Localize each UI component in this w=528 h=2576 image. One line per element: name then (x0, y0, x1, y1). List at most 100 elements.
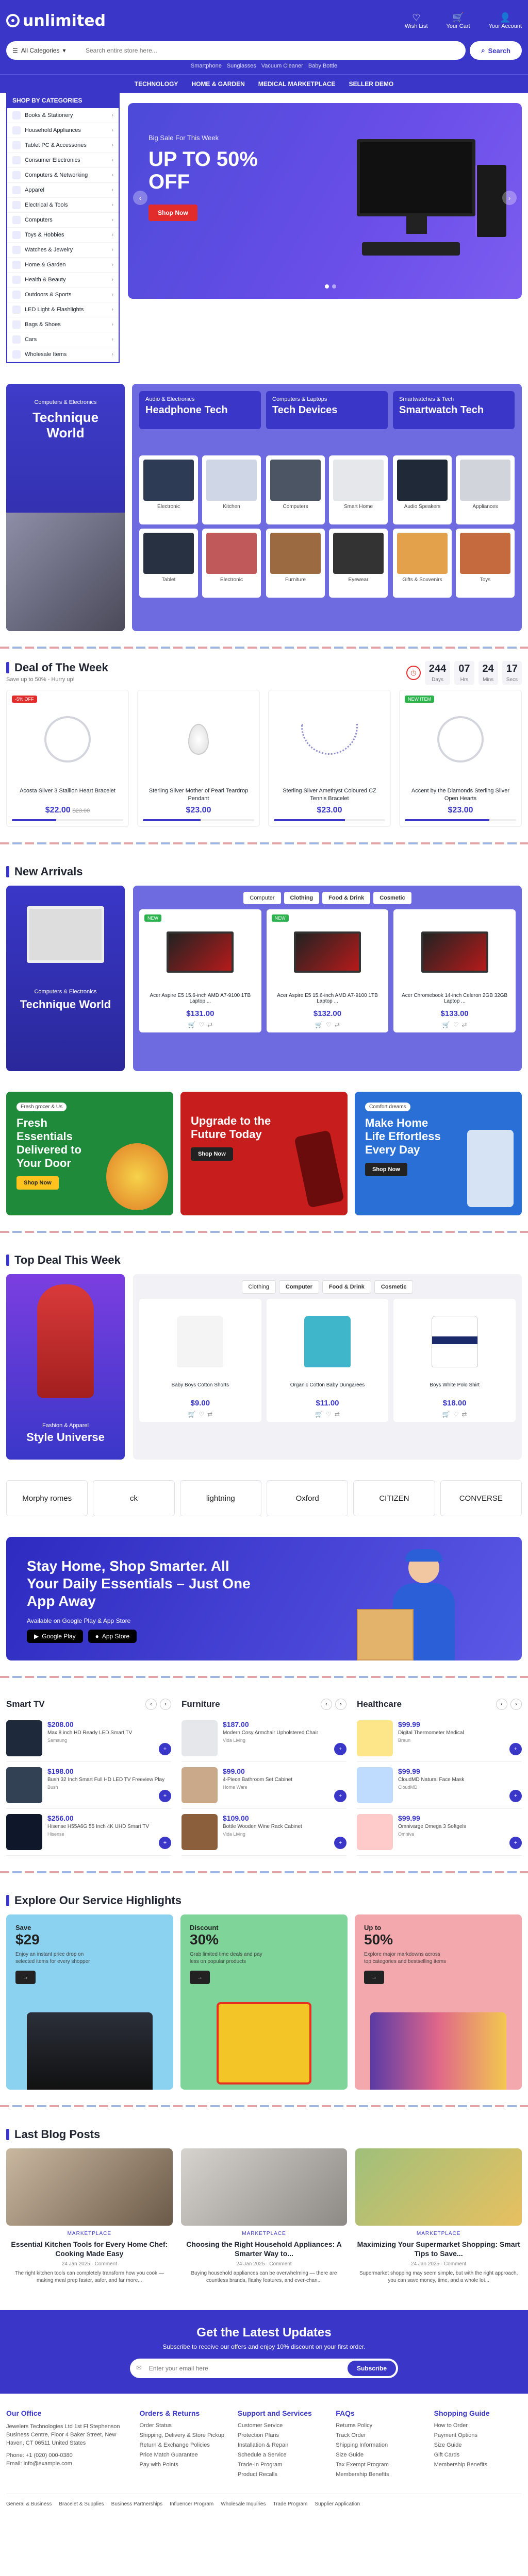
heart-icon[interactable]: ♡ (199, 1021, 204, 1028)
list-item[interactable]: $99.00 4-Piece Bathroom Set Cabinet Home W… (182, 1762, 346, 1809)
brand-logo-converse[interactable]: CONVERSE (440, 1480, 522, 1516)
list-item[interactable]: $99.99 Omnivarge Omega 3 Softgels Omniva + (357, 1809, 522, 1856)
category-item-cars[interactable]: Cars › (7, 332, 119, 347)
brand-logo-morphy-romes[interactable]: Morphy romes (6, 1480, 88, 1516)
list-item[interactable]: $99.99 Digital Thermometer Medical Braun + (357, 1715, 522, 1762)
category-item-household-appliances[interactable]: Household Appliances › (7, 123, 119, 138)
cart-link[interactable]: 🛒 Your Cart (447, 12, 470, 29)
bottom-link[interactable]: Influencer Program (170, 2501, 213, 2507)
chevron-left-icon[interactable]: ‹ (321, 1699, 332, 1710)
chevron-right-icon[interactable]: › (510, 1699, 522, 1710)
bottom-link[interactable]: Supplier Application (315, 2501, 360, 2507)
add-to-cart-icon[interactable]: + (159, 1790, 171, 1802)
footer-link[interactable]: Size Guide (434, 2442, 522, 2448)
newsletter-email-input[interactable] (141, 2361, 348, 2376)
category-item-electrical-tools[interactable]: Electrical & Tools › (7, 198, 119, 213)
list-title[interactable]: Healthcare (357, 1699, 402, 1709)
promo-item-card[interactable]: Computers (266, 455, 325, 524)
cart-icon[interactable]: 🛒 (442, 1411, 450, 1418)
category-item-books-stationery[interactable]: Books & Stationery › (7, 108, 119, 123)
arrival-product-card[interactable]: Acer Chromebook 14-inch Celeron 2GB 32GB… (393, 909, 516, 1032)
blog-title[interactable]: Essential Kitchen Tools for Every Home C… (6, 2240, 173, 2258)
category-item-outdoors-sports[interactable]: Outdoors & Sports › (7, 287, 119, 302)
add-to-cart-icon[interactable]: + (334, 1837, 346, 1849)
blog-post-card[interactable]: MARKETPLACE Essential Kitchen Tools for E… (6, 2148, 173, 2284)
category-item-watches-jewelry[interactable]: Watches & Jewelry › (7, 243, 119, 258)
tab-computer[interactable]: Computer (278, 1280, 319, 1294)
footer-link[interactable]: Customer Service (238, 2422, 325, 2429)
list-item[interactable]: $256.00 Hisense H55A6G 55 Inch 4K UHD Sma… (6, 1809, 171, 1856)
banner-shop-button[interactable]: Shop Now (16, 1176, 59, 1190)
highlight-button[interactable]: → (15, 1971, 36, 1984)
compare-icon[interactable]: ⇄ (461, 1411, 467, 1418)
footer-link[interactable]: Schedule a Service (238, 2452, 325, 2458)
subscribe-button[interactable]: Subscribe (347, 2361, 396, 2376)
category-item-consumer-electronics[interactable]: Consumer Electronics › (7, 153, 119, 168)
list-item[interactable]: $109.00 Bottle Wooden Wine Rack Cabinet Vi… (182, 1809, 346, 1856)
tab-food-drink[interactable]: Food & Drink (322, 892, 371, 904)
promo-item-card[interactable]: Electronic (202, 528, 261, 598)
list-item[interactable]: $208.00 Max 8 inch HD Ready LED Smart TV S… (6, 1715, 171, 1762)
add-to-cart-icon[interactable]: + (509, 1743, 522, 1755)
footer-link[interactable]: Membership Benefits (336, 2471, 423, 2478)
blog-post-card[interactable]: MARKETPLACE Maximizing Your Supermarket S… (355, 2148, 522, 2284)
arrival-product-card[interactable]: NEW Acer Aspire E5 15.6-inch AMD A7-9100 … (139, 909, 261, 1032)
hero-shop-button[interactable]: Shop Now (148, 205, 197, 221)
topdeal-product-card[interactable]: Boys White Polo Shirt $18.00 🛒 ♡ ⇄ (393, 1299, 516, 1422)
footer-link[interactable]: Track Order (336, 2432, 423, 2438)
tab-cosmetic[interactable]: Cosmetic (374, 1280, 414, 1294)
chevron-left-icon[interactable]: ‹ (496, 1699, 507, 1710)
hero-slider[interactable]: Big Sale For This Week UP TO 50% OFF Sho… (128, 103, 522, 299)
brand-logo-ck[interactable]: ck (93, 1480, 175, 1516)
promo-item-card[interactable]: Electronic (139, 455, 198, 524)
promo-item-card[interactable]: Eyewear (329, 528, 388, 598)
tab-cosmetic[interactable]: Cosmetic (373, 892, 411, 904)
tag-link[interactable]: Smartphone (191, 63, 222, 69)
footer-email[interactable]: Email: info@example.com (6, 2460, 129, 2468)
topdeal-product-card[interactable]: Baby Boys Cotton Shorts $9.00 🛒 ♡ ⇄ (139, 1299, 261, 1422)
cart-icon[interactable]: 🛒 (315, 1411, 323, 1418)
footer-link[interactable]: Shipping Information (336, 2442, 423, 2448)
heart-icon[interactable]: ♡ (326, 1411, 332, 1418)
category-item-computers[interactable]: Computers › (7, 213, 119, 228)
tag-link[interactable]: Vacuum Cleaner (261, 63, 303, 69)
footer-link[interactable]: Shipping, Delivery & Store Pickup (140, 2432, 227, 2438)
google-play-button[interactable]: ▶ Google Play (27, 1630, 83, 1643)
category-item-computers-networking[interactable]: Computers & Networking › (7, 168, 119, 183)
category-item-tablet-pc-accessories[interactable]: Tablet PC & Accessories › (7, 138, 119, 153)
promo-item-card[interactable]: Appliances (456, 455, 515, 524)
deal-product-card[interactable]: -5% OFF Acosta Silver 3 Stallion Heart Br… (6, 690, 129, 827)
bottom-link[interactable]: General & Business (6, 2501, 52, 2507)
tab-food-drink[interactable]: Food & Drink (322, 1280, 371, 1294)
list-title[interactable]: Furniture (182, 1699, 220, 1709)
promo-heading-card[interactable]: Smartwatches & Tech Smartwatch Tech (393, 391, 515, 429)
cart-icon[interactable]: 🛒 (315, 1021, 323, 1028)
chevron-left-icon[interactable]: ‹ (145, 1699, 157, 1710)
footer-link[interactable]: Return & Exchange Policies (140, 2442, 227, 2448)
footer-link[interactable]: How to Order (434, 2422, 522, 2429)
tab-computer[interactable]: Computer (243, 892, 281, 904)
cart-icon[interactable]: 🛒 (188, 1021, 195, 1028)
phone-banner[interactable]: Upgrade to the Future Today Shop Now (180, 1092, 348, 1215)
footer-link[interactable]: Gift Cards (434, 2452, 522, 2458)
promo-item-card[interactable]: Kitchen (202, 455, 261, 524)
add-to-cart-icon[interactable]: + (509, 1790, 522, 1802)
compare-icon[interactable]: ⇄ (335, 1021, 340, 1028)
grocery-banner[interactable]: Fresh grocer & Us Fresh Essentials Deliv… (6, 1092, 173, 1215)
heart-icon[interactable]: ♡ (453, 1411, 459, 1418)
category-item-bags-shoes[interactable]: Bags & Shoes › (7, 317, 119, 332)
footer-link[interactable]: Order Status (140, 2422, 227, 2429)
highlight-discount[interactable]: Discount 30% Grab limited time deals and… (180, 1914, 348, 2090)
footer-link[interactable]: Size Guide (336, 2452, 423, 2458)
compare-icon[interactable]: ⇄ (461, 1021, 467, 1028)
compare-icon[interactable]: ⇄ (207, 1021, 212, 1028)
topdeal-product-card[interactable]: Organic Cotton Baby Dungarees $11.00 🛒 ♡ ⇄ (266, 1299, 389, 1422)
footer-link[interactable]: Membership Benefits (434, 2462, 522, 2468)
promo-heading-card[interactable]: Computers & Laptops Tech Devices (266, 391, 388, 429)
chevron-right-icon[interactable]: › (335, 1699, 346, 1710)
promo-item-card[interactable]: Furniture (266, 528, 325, 598)
tag-link[interactable]: Sunglasses (227, 63, 256, 69)
cart-icon[interactable]: 🛒 (442, 1021, 450, 1028)
heart-icon[interactable]: ♡ (199, 1411, 204, 1418)
highlight-upto[interactable]: Up to 50% Explore major markdowns across… (355, 1914, 522, 2090)
